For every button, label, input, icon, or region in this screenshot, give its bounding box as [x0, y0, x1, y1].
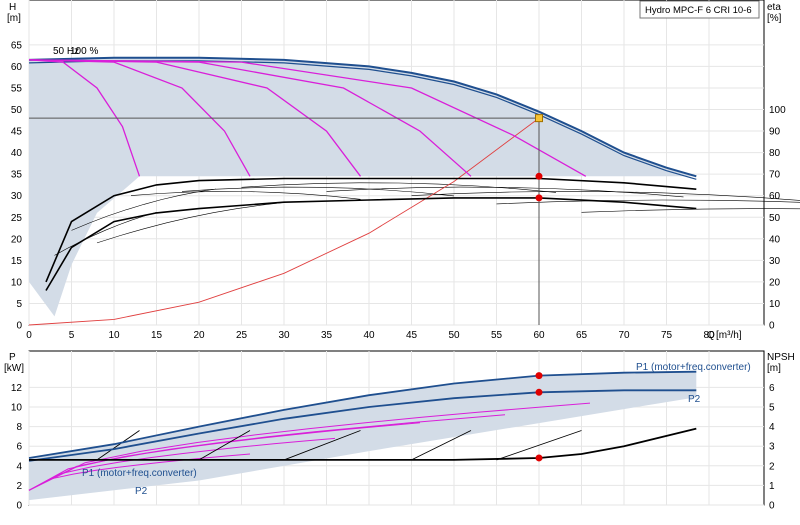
x-tick-label: 10: [108, 330, 120, 341]
npsh-tick-label: 1: [769, 481, 775, 492]
y-tick-label: 40: [11, 148, 23, 159]
x-tick-label: 55: [491, 330, 503, 341]
y-tick-label: 55: [11, 83, 23, 94]
p-tick-label: 6: [16, 442, 22, 453]
x-tick-label: 50: [448, 330, 460, 341]
p2-bottom-label: P2: [135, 486, 148, 497]
y2-tick-label: 20: [769, 277, 781, 288]
p1-top-label: P1 (motor+freq.converter): [636, 362, 751, 373]
y-tick-label: 35: [11, 170, 23, 181]
npsh-duty-marker: [536, 454, 543, 461]
p-tick-label: 0: [16, 501, 22, 512]
x-axis-label: Q: [707, 330, 715, 341]
duty-point-marker: [536, 115, 543, 122]
y-axis-label: H: [9, 2, 16, 13]
p2-duty-marker: [536, 389, 543, 396]
y2-tick-label: 60: [769, 191, 781, 202]
y-tick-label: 45: [11, 127, 23, 138]
x-tick-label: 70: [618, 330, 630, 341]
y-tick-label: 30: [11, 191, 23, 202]
x-tick-label: 20: [193, 330, 205, 341]
y-tick-label: 20: [11, 234, 23, 245]
x-tick-label: 25: [236, 330, 248, 341]
eta-duty-marker: [536, 194, 543, 201]
p2-top-label: P2: [688, 394, 701, 405]
npsh-tick-label: 4: [769, 422, 775, 433]
y2-tick-label: 30: [769, 256, 781, 267]
y2-tick-label: 50: [769, 213, 781, 224]
x-tick-label: 0: [26, 330, 32, 341]
x-tick-label: 65: [576, 330, 588, 341]
head-panel: 0 5 10 15 20 25 30 35 40 45 50 55 60 65 70 75 80 0 5 10 15 20…: [7, 0, 800, 341]
x-tick-label: 40: [363, 330, 375, 341]
y-tick-label: 15: [11, 256, 23, 267]
chart-title: Hydro MPC-F 6 CRI 10-6: [645, 5, 752, 16]
p1-duty-marker: [536, 372, 543, 379]
npsh-axis-label: NPSH: [767, 352, 795, 363]
p-tick-label: 8: [16, 422, 22, 433]
eta-duty-marker: [536, 173, 543, 180]
power-panel: 0246810120123456 P [kW] NPSH [m] P1 (mot…: [4, 351, 795, 512]
x-tick-label: 30: [278, 330, 290, 341]
npsh-tick-label: 2: [769, 461, 775, 472]
npsh-tick-label: 5: [769, 403, 775, 414]
y-axis-unit: [m]: [7, 13, 21, 24]
y2-tick-label: 70: [769, 170, 781, 181]
p-tick-label: 4: [16, 461, 22, 472]
y2-axis-label: eta: [767, 2, 781, 13]
x-axis-unit: [m³/h]: [716, 330, 742, 341]
y-tick-label: 50: [11, 105, 23, 116]
pump-performance-chart: 0510152025303540455055606570758005101520…: [0, 0, 800, 520]
y-tick-label: 5: [16, 299, 22, 310]
p-tick-label: 2: [16, 481, 22, 492]
y2-tick-label: 80: [769, 148, 781, 159]
y-tick-label: 25: [11, 213, 23, 224]
x-tick-label: 45: [406, 330, 418, 341]
y2-tick-label: 90: [769, 127, 781, 138]
x-tick-label: 35: [321, 330, 333, 341]
y2-tick-label: 10: [769, 299, 781, 310]
p-axis-label: P: [9, 352, 16, 363]
x-tick-label: 15: [151, 330, 163, 341]
y2-tick-label: 100: [769, 105, 786, 116]
p-axis-unit: [kW]: [4, 363, 24, 374]
x-tick-label: 5: [69, 330, 75, 341]
npsh-tick-label: 6: [769, 383, 775, 394]
y-tick-label: 0: [16, 321, 22, 332]
x-tick-label: 60: [533, 330, 545, 341]
p1-bottom-label: P1 (motor+freq.converter): [82, 468, 197, 479]
p-tick-label: 12: [11, 383, 23, 394]
npsh-tick-label: 0: [769, 501, 775, 512]
y2-tick-label: 40: [769, 234, 781, 245]
y2-axis-unit: [%]: [767, 13, 782, 24]
percent-label: 100 %: [70, 46, 98, 57]
x-tick-label: 75: [661, 330, 673, 341]
y-tick-label: 65: [11, 40, 23, 51]
npsh-tick-label: 3: [769, 442, 775, 453]
p-tick-label: 10: [11, 403, 23, 414]
y2-tick-label: 0: [769, 321, 775, 332]
npsh-axis-unit: [m]: [767, 363, 781, 374]
y-tick-label: 10: [11, 277, 23, 288]
y-tick-label: 60: [11, 62, 23, 73]
